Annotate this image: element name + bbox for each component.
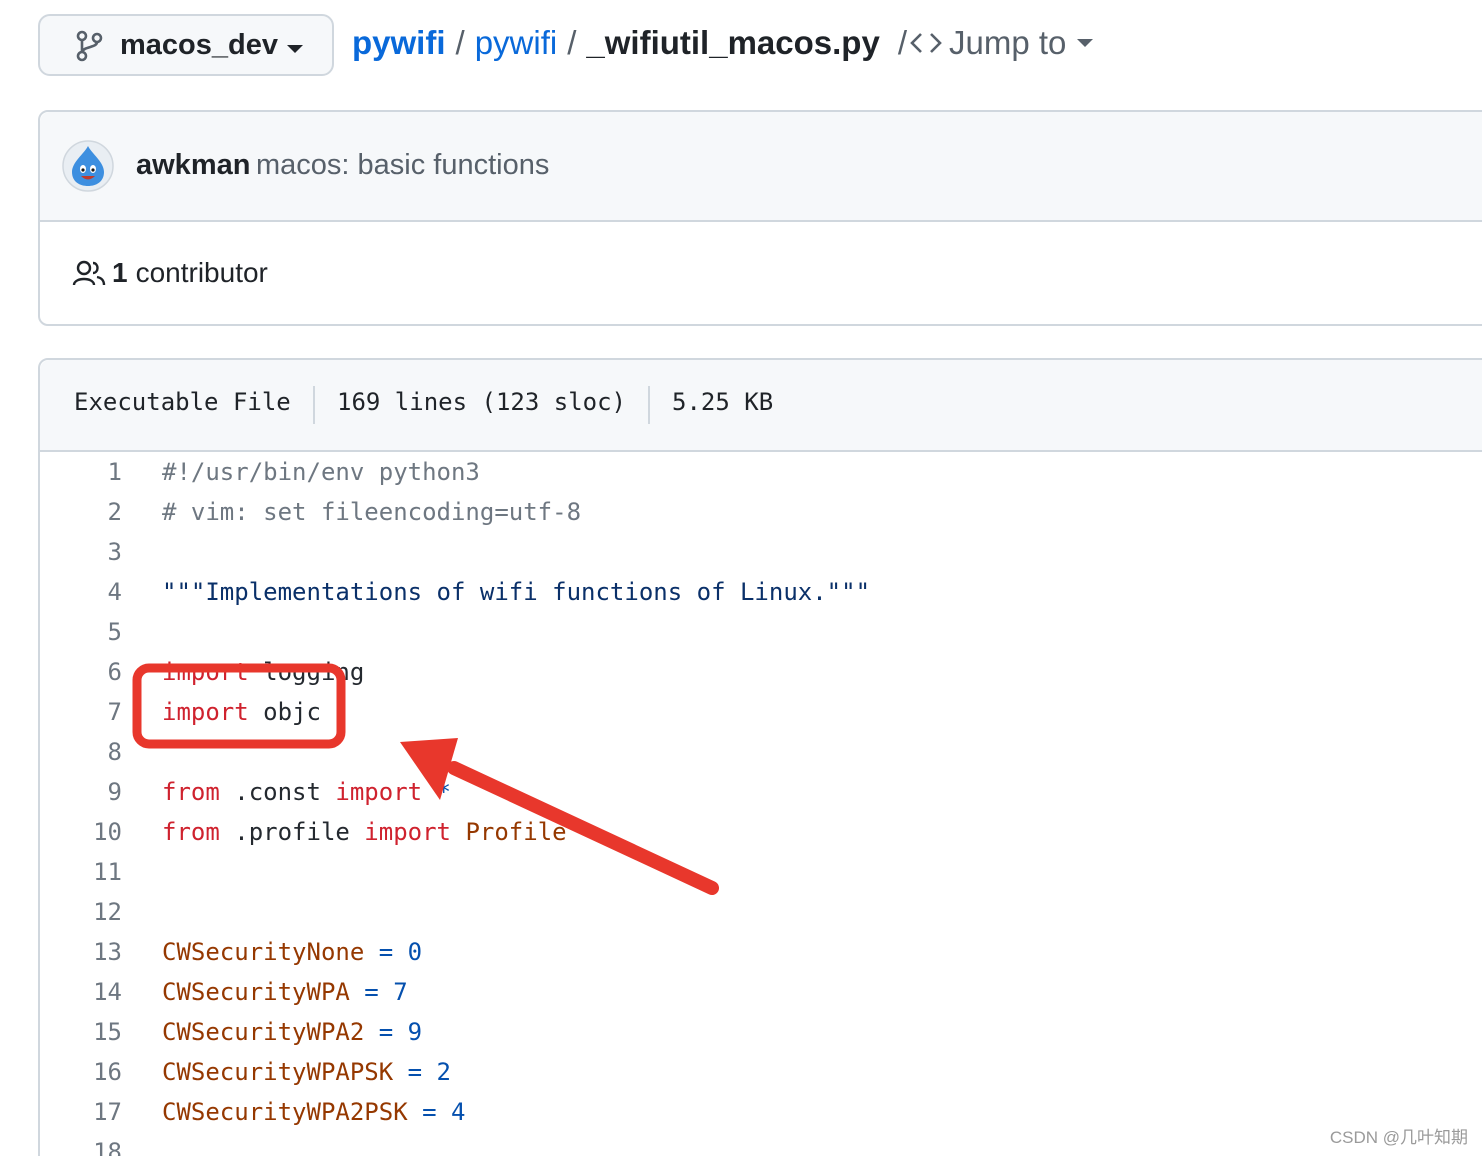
line-number[interactable]: 18 — [40, 1132, 122, 1156]
code-line: 17 CWSecurityWPA2PSK = 4 — [40, 1092, 1482, 1132]
contributors-count: 1 — [112, 257, 128, 288]
breadcrumb-folder-link[interactable]: pywifi — [475, 24, 558, 62]
line-number[interactable]: 2 — [40, 492, 122, 532]
line-number[interactable]: 17 — [40, 1092, 122, 1132]
page: macos_dev pywifi / pywifi / _wifiutil_ma… — [0, 0, 1482, 1156]
code-text: # vim: set fileencoding=utf-8 — [162, 498, 582, 526]
contributors-label: contributor — [135, 257, 268, 288]
code-text: from .const import * — [162, 778, 451, 806]
breadcrumb-separator: / — [455, 24, 465, 61]
code-line: 13 CWSecurityNone = 0 — [40, 932, 1482, 972]
breadcrumb-separator: / — [567, 24, 577, 61]
code-text: CWSecurityWPA2 = 9 — [162, 1018, 423, 1046]
watermark: CSDN @几叶知期 — [1329, 1128, 1468, 1147]
line-number[interactable]: 16 — [40, 1052, 122, 1092]
code-line: 4 """Implementations of wifi functions of… — [40, 572, 1482, 612]
line-number[interactable]: 7 — [40, 692, 122, 732]
latest-commit-box: awkman macos: basic functions 1 contribu… — [38, 110, 1482, 326]
code-line: 8 — [40, 732, 1482, 772]
file-line-count: 169 lines (123 sloc) — [337, 388, 626, 416]
code-line: 12 — [40, 892, 1482, 932]
avatar[interactable] — [62, 140, 114, 192]
jump-to-label: Jump to — [949, 24, 1067, 61]
code-line: 5 — [40, 612, 1482, 652]
code-line: 3 — [40, 532, 1482, 572]
caret-down-icon — [287, 45, 303, 53]
line-number[interactable]: 14 — [40, 972, 122, 1012]
code-text: import objc — [162, 698, 321, 726]
code-line: 16 CWSecurityWPAPSK = 2 — [40, 1052, 1482, 1092]
code-line: 7 import objc — [40, 692, 1482, 732]
code-line: 18 — [40, 1132, 1482, 1156]
code-line: 15 CWSecurityWPA2 = 9 — [40, 1012, 1482, 1052]
file-size: 5.25 KB — [672, 388, 774, 416]
file-type: Executable File — [74, 388, 291, 416]
line-number[interactable]: 9 — [40, 772, 122, 812]
line-number[interactable]: 8 — [40, 732, 122, 772]
divider — [648, 386, 650, 424]
line-number[interactable]: 1 — [40, 452, 122, 492]
breadcrumb-repo-link[interactable]: pywifi — [352, 24, 446, 62]
line-number[interactable]: 10 — [40, 812, 122, 852]
code-text: """Implementations of wifi functions of … — [162, 578, 871, 606]
line-number[interactable]: 6 — [40, 652, 122, 692]
line-number[interactable]: 3 — [40, 532, 122, 572]
commit-author[interactable]: awkman — [136, 149, 250, 182]
caret-down-icon — [1077, 39, 1094, 47]
breadcrumb-file-name: _wifiutil_macos.py — [586, 24, 880, 61]
code-line: 6 import logging — [40, 652, 1482, 692]
code-line: 10 from .profile import Profile — [40, 812, 1482, 852]
line-number[interactable]: 4 — [40, 572, 122, 612]
contributors-link[interactable]: 1 contributor — [72, 257, 268, 289]
code-line: 1 #!/usr/bin/env python3 — [40, 452, 1482, 492]
breadcrumb: pywifi / pywifi / _wifiutil_macos.py / J… — [352, 24, 1094, 62]
code-line: 2 # vim: set fileencoding=utf-8 — [40, 492, 1482, 532]
code-text: CWSecurityWPA = 7 — [162, 978, 408, 1006]
jump-to-button[interactable]: / Jump to — [898, 24, 1095, 62]
code-line: 14 CWSecurityWPA = 7 — [40, 972, 1482, 1012]
code-line: 9 from .const import * — [40, 772, 1482, 812]
line-number[interactable]: 13 — [40, 932, 122, 972]
line-number[interactable]: 15 — [40, 1012, 122, 1052]
code-line: 11 — [40, 852, 1482, 892]
branch-name: macos_dev — [120, 29, 278, 61]
code-text: CWSecurityNone = 0 — [162, 938, 423, 966]
commit-message[interactable]: macos: basic functions — [256, 149, 549, 182]
code-text: import logging — [162, 658, 365, 686]
git-branch-icon — [76, 30, 103, 62]
code-text: CWSecurityWPA2PSK = 4 — [162, 1098, 466, 1126]
branch-selector-button[interactable]: macos_dev — [38, 14, 334, 76]
people-icon — [72, 260, 106, 286]
code-text: from .profile import Profile — [162, 818, 567, 846]
commit-header: awkman macos: basic functions — [40, 112, 1482, 222]
code-text: #!/usr/bin/env python3 — [162, 458, 480, 486]
code-icon — [910, 33, 942, 53]
code-text: CWSecurityWPAPSK = 2 — [162, 1058, 451, 1086]
line-number[interactable]: 5 — [40, 612, 122, 652]
file-info-bar: Executable File 169 lines (123 sloc) 5.2… — [40, 360, 1482, 452]
breadcrumb-separator: / — [897, 24, 907, 61]
divider — [313, 386, 315, 424]
file-view: Executable File 169 lines (123 sloc) 5.2… — [38, 358, 1482, 1156]
line-number[interactable]: 12 — [40, 892, 122, 932]
line-number[interactable]: 11 — [40, 852, 122, 892]
